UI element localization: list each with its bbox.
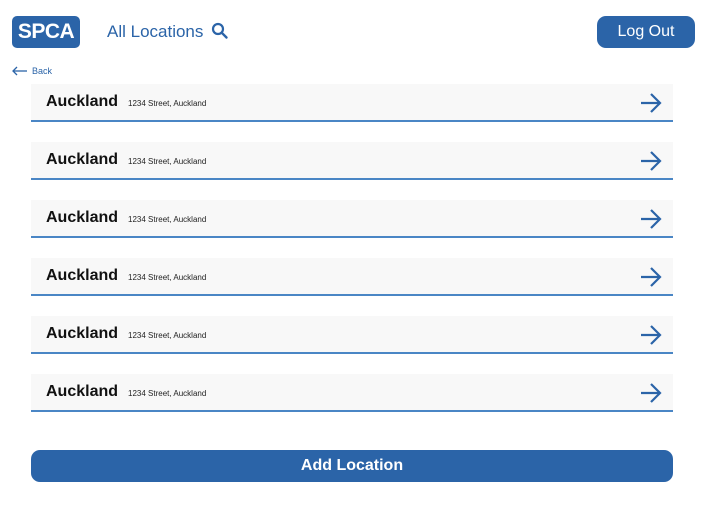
back-label: Back [32, 66, 53, 76]
location-name: Auckland [46, 383, 119, 400]
location-address: 1234 Street, Auckland [128, 331, 207, 340]
back-link[interactable]: Back [12, 66, 52, 76]
location-address: 1234 Street, Auckland [128, 389, 207, 398]
location-row[interactable]: Auckland 1234 Street, Auckland [31, 316, 673, 354]
location-address: 1234 Street, Auckland [128, 273, 207, 282]
location-row[interactable]: Auckland 1234 Street, Auckland [31, 258, 673, 296]
location-row[interactable]: Auckland 1234 Street, Auckland [31, 374, 673, 412]
arrow-left-icon [12, 66, 27, 76]
arrow-right-icon[interactable] [639, 323, 663, 347]
arrow-right-icon[interactable] [639, 91, 663, 115]
location-name: Auckland [46, 267, 119, 284]
search-icon[interactable] [211, 22, 229, 40]
add-location-button[interactable]: Add Location [31, 450, 673, 482]
arrow-right-icon[interactable] [639, 149, 663, 173]
arrow-right-icon[interactable] [639, 381, 663, 405]
location-row[interactable]: Auckland 1234 Street, Auckland [31, 200, 673, 238]
location-name: Auckland [46, 93, 119, 110]
location-name: Auckland [46, 209, 119, 226]
location-row[interactable]: Auckland 1234 Street, Auckland [31, 142, 673, 180]
location-name: Auckland [46, 325, 119, 342]
spca-logo[interactable]: SPCA [12, 16, 80, 48]
page-title: All Locations [107, 22, 204, 41]
location-name: Auckland [46, 151, 119, 168]
location-address: 1234 Street, Auckland [128, 99, 207, 108]
logout-button[interactable]: Log Out [597, 16, 695, 48]
location-row[interactable]: Auckland 1234 Street, Auckland [31, 84, 673, 122]
location-address: 1234 Street, Auckland [128, 215, 207, 224]
location-list: Auckland 1234 Street, Auckland Auckland … [31, 84, 673, 432]
arrow-right-icon[interactable] [639, 265, 663, 289]
location-address: 1234 Street, Auckland [128, 157, 207, 166]
arrow-right-icon[interactable] [639, 207, 663, 231]
